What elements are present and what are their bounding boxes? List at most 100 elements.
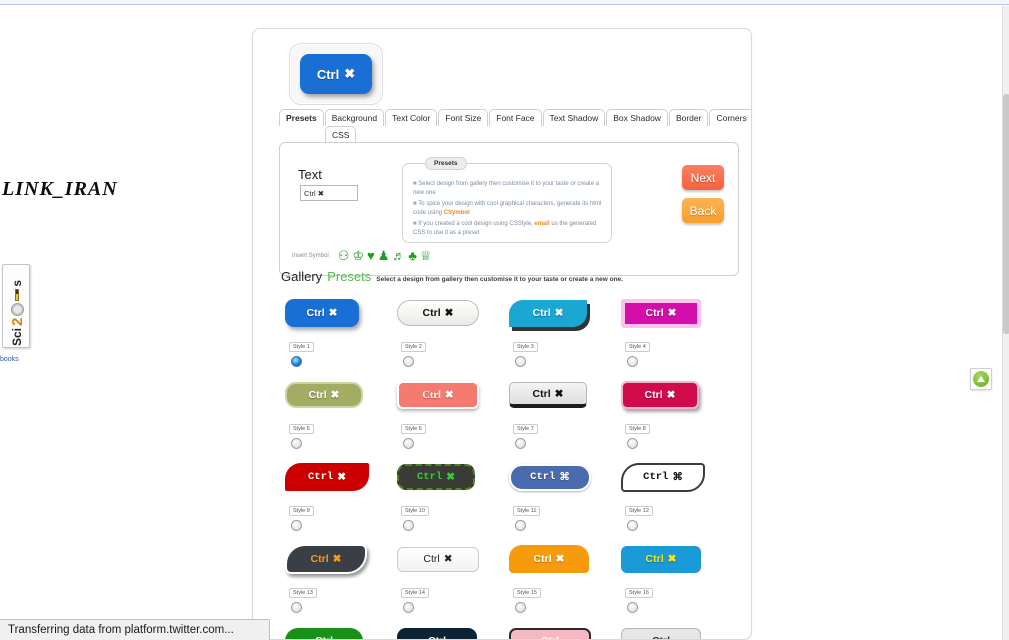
preset-button[interactable]: Ctrl ✖ [621,381,699,409]
gallery-item: Ctrl ✖ Style 5 [281,373,393,455]
symbol-icon-6[interactable]: ♣ [408,249,417,262]
close-icon: ✖ [446,471,456,484]
presets-fieldset-legend: Presets [425,157,467,170]
inline-link[interactable]: CSymbol [444,210,470,216]
preset-button[interactable]: Ctrl ✖ [285,544,367,574]
side-widget-suffix: s [10,279,24,287]
preset-radio[interactable] [403,602,414,613]
symbol-icon-4[interactable]: ♟ [378,249,390,262]
gallery-button-wrap: Ctrl ⌘ [505,455,617,499]
preset-button[interactable]: Ctrl ✖ [397,381,479,409]
preset-radio[interactable] [515,438,526,449]
gallery-button-wrap: Ctrl [393,619,505,639]
preset-button[interactable]: Ctrl [285,628,363,639]
close-icon: ✖ [332,553,342,565]
preset-button[interactable]: Ctrl ✖ [285,463,369,491]
back-button[interactable]: Back [682,198,724,223]
next-button[interactable]: Next [682,165,724,190]
tab-border[interactable]: Border [668,109,709,126]
preset-button[interactable]: Ctrl [621,628,701,639]
preset-radio[interactable] [627,602,638,613]
gallery-button-wrap: Ctrl [505,619,617,639]
preset-style-label: Style 8 [625,424,650,434]
preset-button[interactable]: Ctrl [397,628,477,639]
preset-radio[interactable] [627,438,638,449]
side-widget-number: 2 [8,317,26,326]
preset-radio[interactable] [291,438,302,449]
preset-radio[interactable] [627,520,638,531]
symbol-icon-5[interactable]: ♬ [392,249,405,262]
tab-background[interactable]: Background [324,109,385,126]
gallery-title: Gallery [281,269,323,284]
preset-radio[interactable] [291,602,302,613]
gallery-item: Ctrl ✖ Style 14 [393,537,505,619]
close-icon: ⌘ [559,471,570,484]
symbol-icon-1[interactable]: ⚇ [338,249,350,262]
preset-style-label: Style 9 [289,506,314,516]
tab-corners[interactable]: Corners [709,109,751,126]
preset-radio[interactable] [515,520,526,531]
gallery-row: Ctrl ✖ Style 1 Ctrl ✖ Style 2 Ctrl ✖ Style 3 Ctrl… [281,291,729,373]
preset-radio[interactable] [291,356,302,367]
help-line-1: ■ Select design from gallery then custom… [413,181,600,196]
gallery-item: Ctrl ⌘ Style 11 [505,455,617,537]
tab-box-shadow[interactable]: Box Shadow [606,109,668,126]
symbol-icon-3[interactable]: ♥ [367,249,375,262]
preset-radio[interactable] [515,356,526,367]
preset-button[interactable]: Ctrl ✖ [621,298,701,328]
arrow-up-glyph [977,376,985,382]
preset-button[interactable]: Ctrl ✖ [285,382,363,408]
tab-bar-row2: CSS [325,126,357,143]
tab-text-color[interactable]: Text Color [385,109,438,126]
preset-radio[interactable] [403,356,414,367]
preset-button[interactable]: Ctrl ✖ [397,464,475,490]
tab-font-size[interactable]: Font Size [438,109,489,126]
preset-button[interactable]: Ctrl [509,628,591,639]
preset-button[interactable]: Ctrl ⌘ [509,463,591,491]
gallery-item: Ctrl ✖ Style 10 [393,455,505,537]
tab-font-face[interactable]: Font Face [489,109,542,126]
symbol-icon-7[interactable]: ♕ [420,249,432,262]
preset-button-label: Ctrl [530,471,556,483]
preset-button[interactable]: Ctrl ✖ [285,299,359,327]
preset-button[interactable]: Ctrl ✖ [397,300,479,326]
tab-presets[interactable]: Presets [279,109,324,126]
preset-button[interactable]: Ctrl ⌘ [621,462,705,492]
preset-button[interactable]: Ctrl ✖ [621,545,701,573]
tab-bar-row1: Presets Background Text Color Font Size Font… [279,109,751,126]
gallery-item: Ctrl ✖ Style 7 [505,373,617,455]
preset-radio[interactable] [403,438,414,449]
preset-radio[interactable] [291,520,302,531]
preset-radio[interactable] [627,356,638,367]
preview-button[interactable]: Ctrl ✖ [300,54,372,94]
preset-radio[interactable] [515,602,526,613]
gallery-button-wrap: Ctrl ✖ [617,291,729,335]
preset-button[interactable]: Ctrl ✖ [509,545,589,573]
close-icon: ✖ [444,307,454,319]
preset-button[interactable]: Ctrl ✖ [509,382,587,408]
site-logo-linkiran: LINK_IRAN [2,178,118,200]
scroll-to-top-button[interactable] [970,368,992,390]
help-line-2: ■ To spice your design with cool graphic… [413,201,602,216]
inline-link[interactable]: email [534,221,549,227]
preset-radio[interactable] [403,520,414,531]
gallery-button-wrap: Ctrl ✖ [393,537,505,581]
gallery-button-wrap: Ctrl ✖ [281,537,393,581]
page-scrollbar[interactable] [1002,6,1009,640]
presets-help-fieldset: Presets ■ Select design from gallery the… [402,157,612,243]
symbol-icon-2[interactable]: ♔ [352,249,364,262]
gallery-button-wrap: Ctrl ✖ [281,455,393,499]
preset-button-label: Ctrl [315,635,333,639]
gear-icon [10,302,24,316]
page-scrollbar-thumb[interactable] [1003,94,1009,334]
tab-css[interactable]: CSS [325,126,357,143]
gallery-item: Ctrl ⌘ Style 12 [617,455,729,537]
preset-button[interactable]: Ctrl ✖ [397,546,479,572]
side-promo-widget[interactable]: Sci 2 s [2,264,30,348]
tab-text-shadow[interactable]: Text Shadow [542,109,606,126]
gallery-button-wrap: Ctrl ✖ [281,373,393,417]
preset-button-label: Ctrl [652,635,670,639]
preset-button-label: Ctrl [541,635,559,639]
preset-button[interactable]: Ctrl ✖ [509,299,587,327]
text-input[interactable] [300,185,358,201]
